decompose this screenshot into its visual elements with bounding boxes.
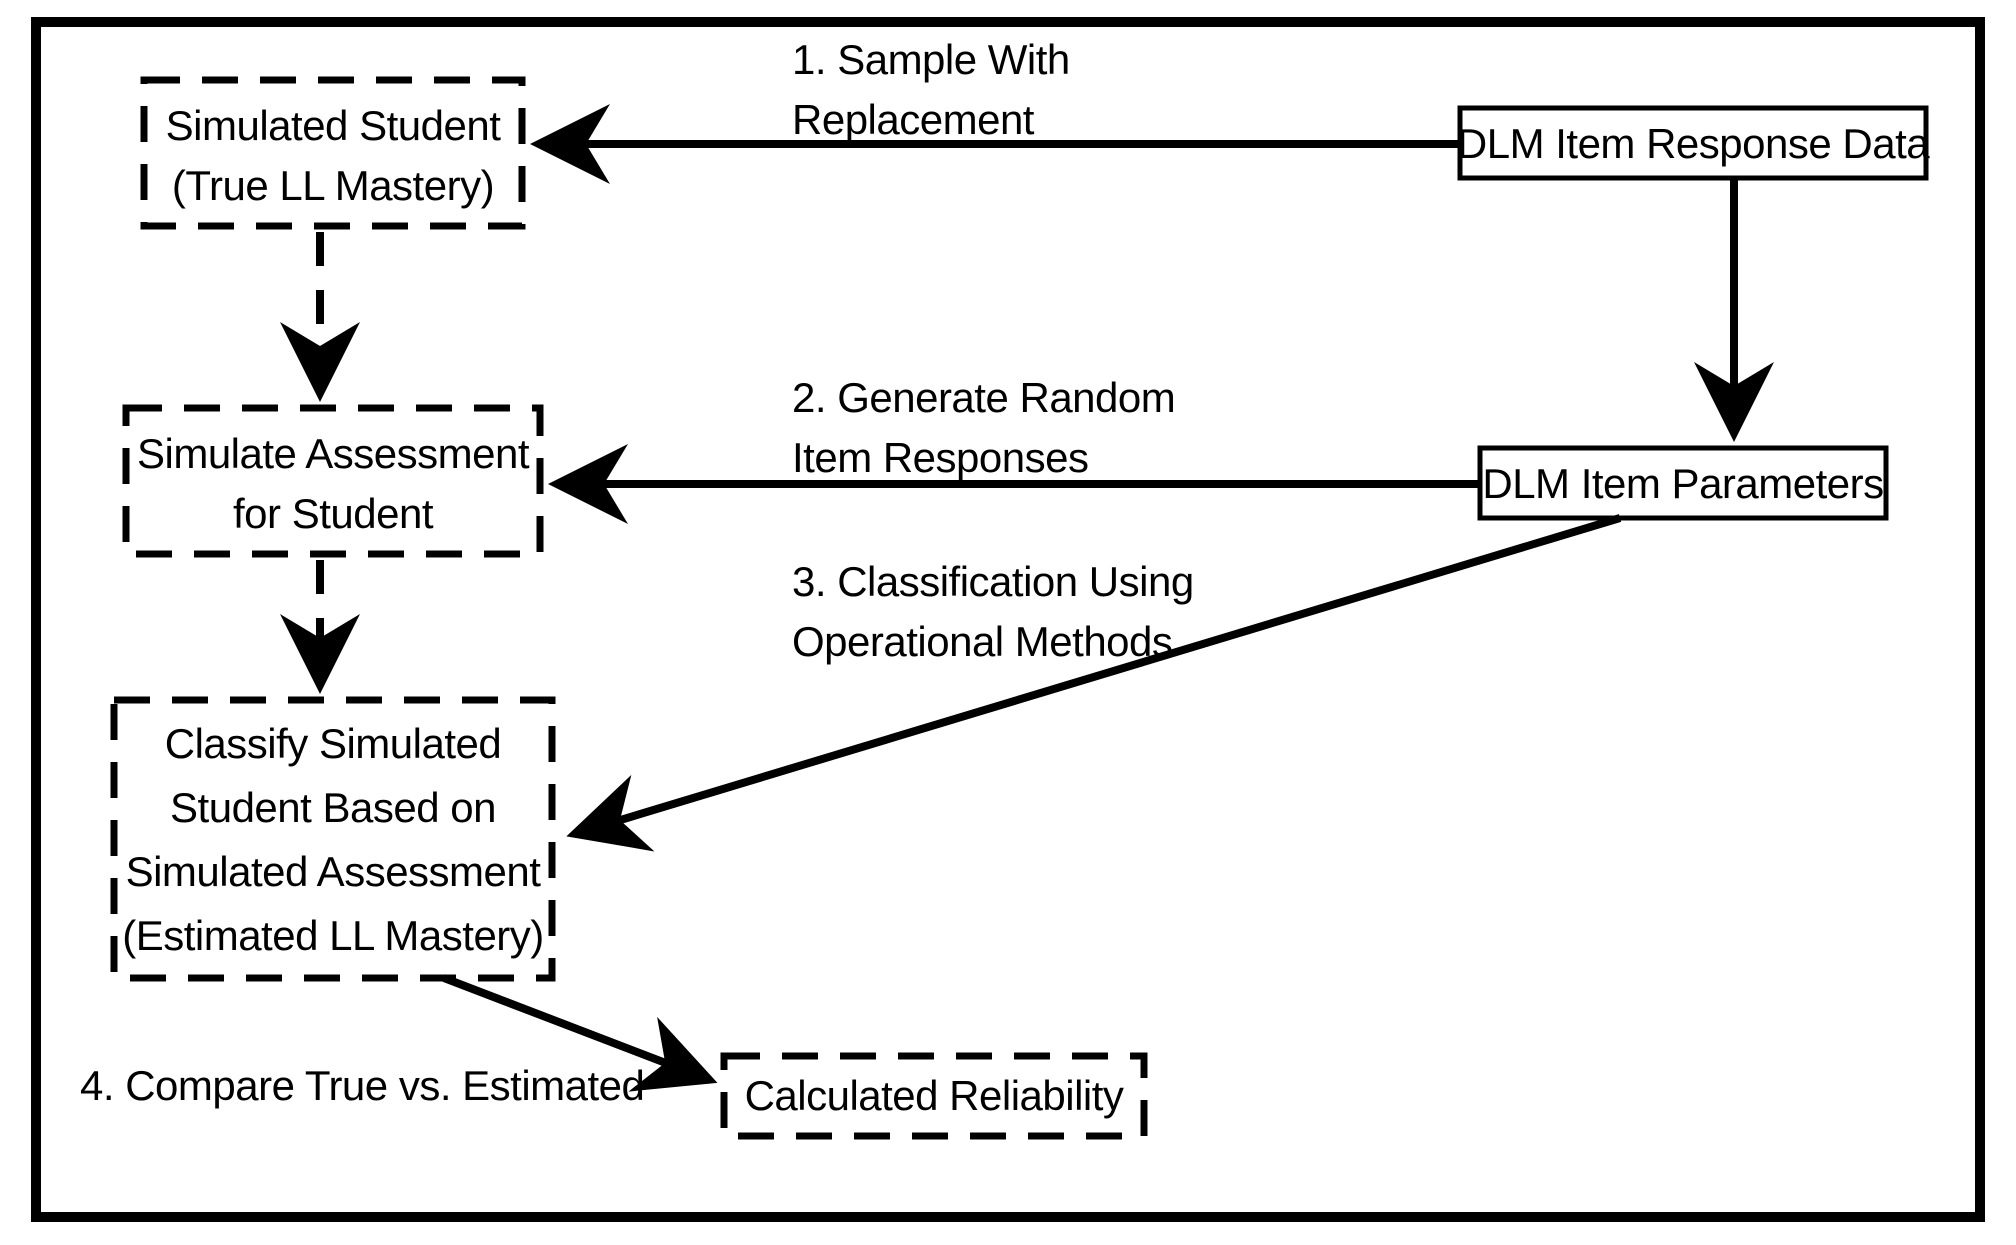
diagram-canvas: DLM Item Response Data DLM Item Paramete… xyxy=(0,0,2016,1245)
label-step2-l1: 2. Generate Random xyxy=(792,374,1175,421)
label-step2-l2: Item Responses xyxy=(792,434,1088,481)
box-simulated-student: Simulated Student (True LL Mastery) xyxy=(144,80,522,226)
label-classify-l1: Classify Simulated xyxy=(165,720,501,767)
label-classify-l4: (Estimated LL Mastery) xyxy=(122,912,544,959)
label-classify-l3: Simulated Assessment xyxy=(126,848,542,895)
label-step1-l2: Replacement xyxy=(792,96,1035,143)
label-step1-l1: 1. Sample With xyxy=(792,36,1070,83)
label-step3-l2: Operational Methods xyxy=(792,618,1172,665)
label-item-parameters: DLM Item Parameters xyxy=(1482,460,1883,507)
label-classify-l2: Student Based on xyxy=(170,784,496,831)
box-calculated-reliability: Calculated Reliability xyxy=(724,1056,1144,1136)
box-simulate-assessment: Simulate Assessment for Student xyxy=(126,408,540,554)
label-calc-reliability: Calculated Reliability xyxy=(745,1072,1124,1119)
box-item-response-data: DLM Item Response Data xyxy=(1457,108,1930,178)
box-item-parameters: DLM Item Parameters xyxy=(1480,448,1886,518)
label-simulate-assessment-l2: for Student xyxy=(233,490,434,537)
label-step4: 4. Compare True vs. Estimated xyxy=(80,1062,644,1109)
label-simulate-assessment-l1: Simulate Assessment xyxy=(137,430,530,477)
box-classify-student: Classify Simulated Student Based on Simu… xyxy=(114,700,552,978)
label-step3-l1: 3. Classification Using xyxy=(792,558,1194,605)
label-simulated-student-l1: Simulated Student xyxy=(166,102,502,149)
label-item-response-data: DLM Item Response Data xyxy=(1457,120,1930,167)
label-simulated-student-l2: (True LL Mastery) xyxy=(172,162,494,209)
